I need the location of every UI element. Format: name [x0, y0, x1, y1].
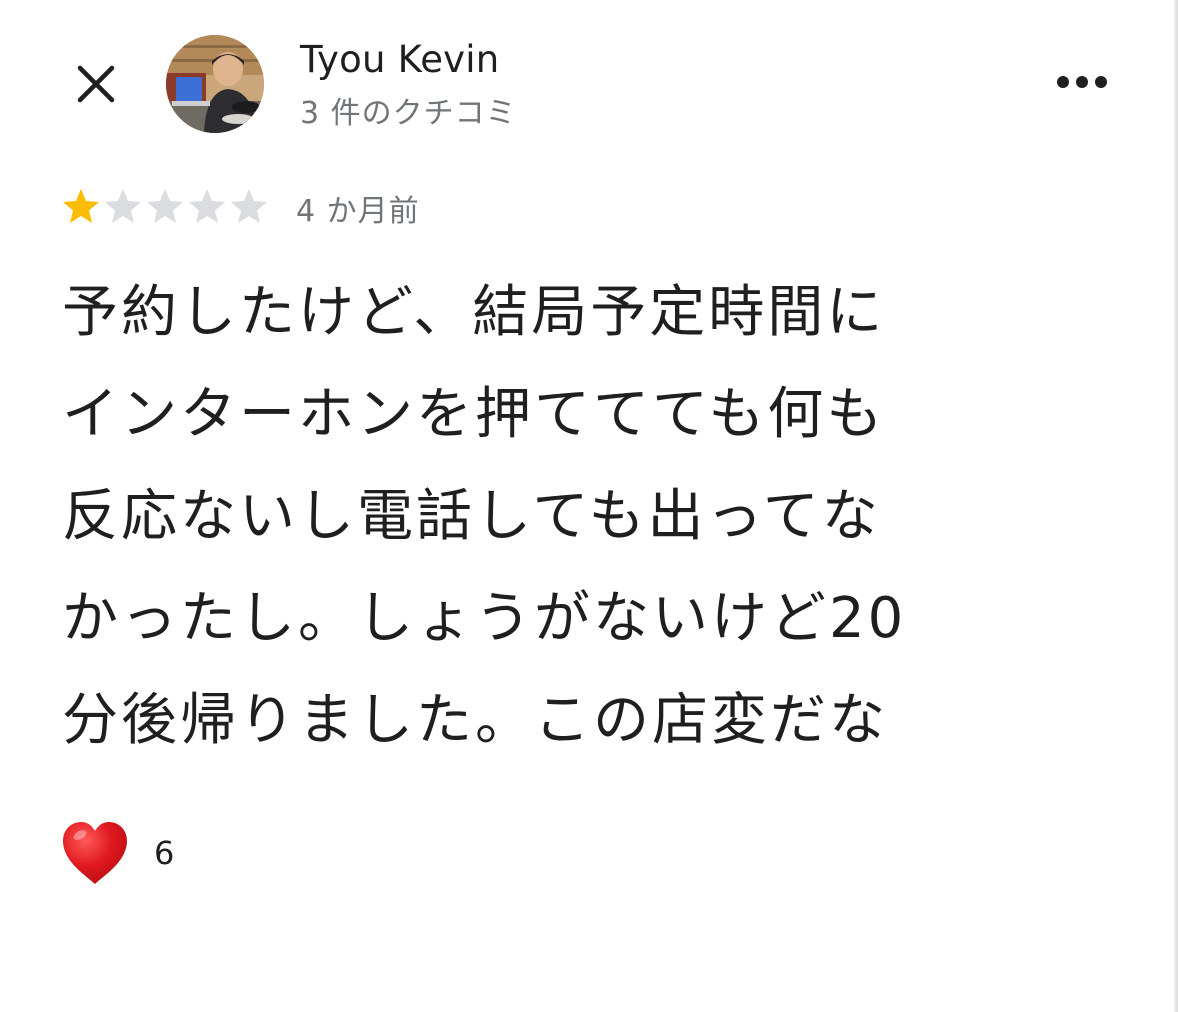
star-rating [60, 186, 270, 226]
heart-icon [63, 822, 127, 884]
more-options-button[interactable] [1052, 62, 1112, 102]
like-button[interactable]: 6 [60, 820, 174, 886]
review-sheet: Tyou Kevin 3 件のクチコミ 4 か月前 予約したけど、結局予定時間に… [0, 0, 1178, 1012]
review-time: 4 か月前 [296, 194, 420, 229]
star-empty-icon [147, 189, 183, 223]
like-count: 6 [154, 834, 175, 872]
reviewer-name[interactable]: Tyou Kevin [300, 38, 499, 81]
star-filled-icon [63, 189, 99, 223]
reviewer-review-count: 3 件のクチコミ [300, 96, 517, 131]
star-empty-icon [189, 189, 225, 223]
star-empty-icon [105, 189, 141, 223]
more-horizontal-icon [1057, 76, 1107, 88]
close-button[interactable] [66, 54, 126, 114]
review-text: 予約したけど、結局予定時間に インターホンを押ててても何も 反応ないし電話しても… [62, 280, 907, 753]
star-empty-icon [231, 189, 267, 223]
close-icon [77, 65, 115, 103]
avatar[interactable] [166, 35, 264, 133]
sheet-edge [1174, 0, 1178, 1012]
avatar-photo [166, 35, 264, 133]
